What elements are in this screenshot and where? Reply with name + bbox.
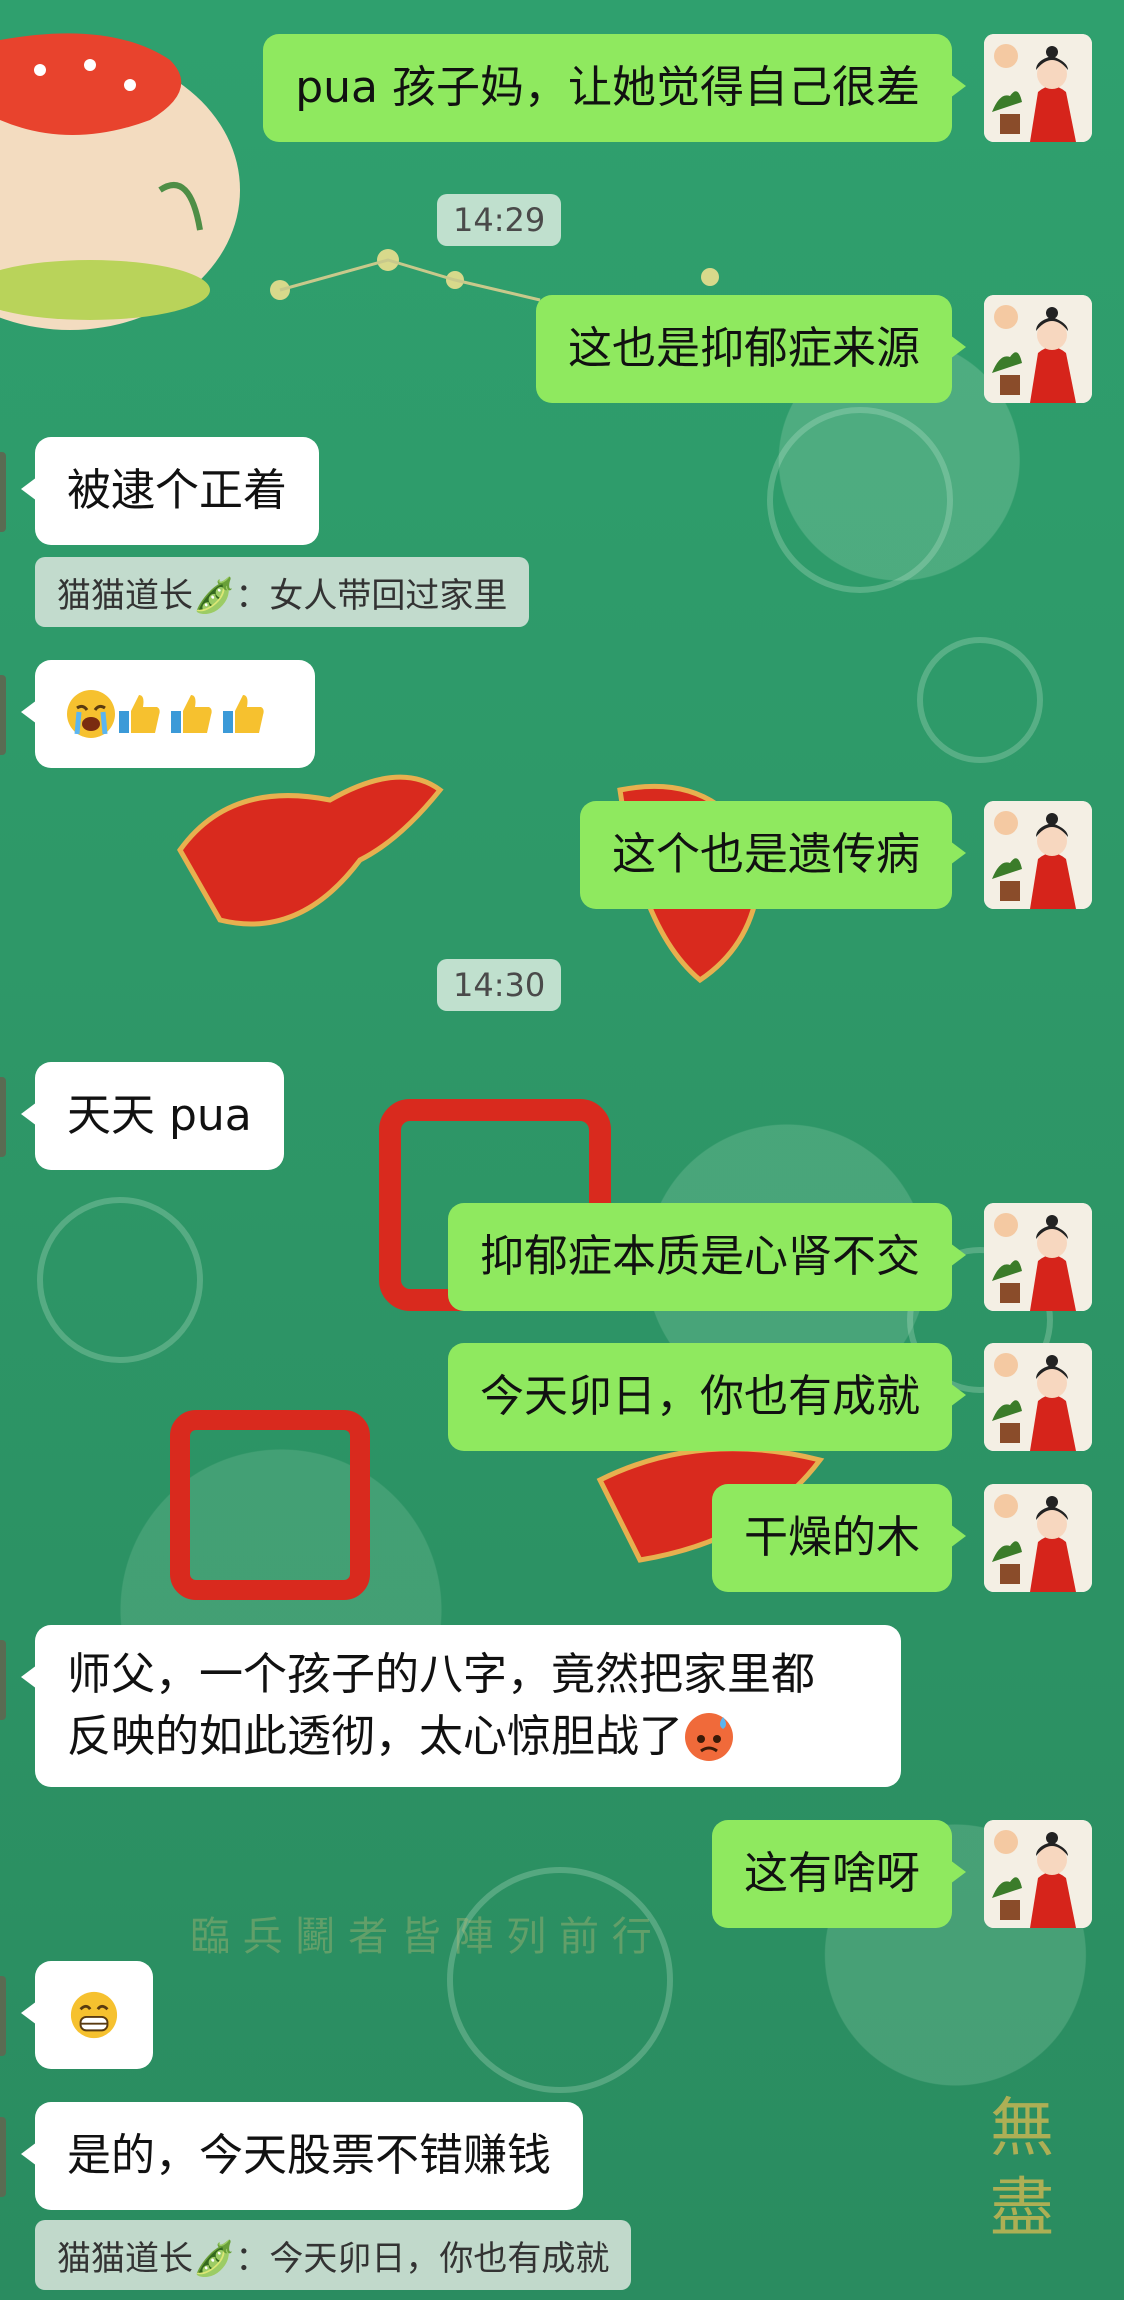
message-text: 抑郁症本质是心肾不交 bbox=[480, 1231, 920, 1282]
avatar-icon bbox=[984, 1820, 1092, 1928]
my-avatar[interactable] bbox=[984, 295, 1092, 403]
timestamp: 14:29 bbox=[437, 194, 562, 246]
message-text: 这也是抑郁症来源 bbox=[568, 323, 920, 374]
cartoon-pig-illustration bbox=[0, 33, 240, 330]
thumbs-up-emoji-icon bbox=[223, 695, 264, 733]
contact-avatar-edge[interactable] bbox=[0, 1640, 6, 1720]
outgoing-message[interactable]: 干燥的木 bbox=[712, 1484, 966, 1592]
my-avatar[interactable] bbox=[984, 1343, 1092, 1451]
avatar-icon bbox=[984, 1484, 1092, 1592]
outgoing-message[interactable]: pua 孩子妈，让她觉得自己很差 bbox=[263, 34, 966, 142]
my-avatar[interactable] bbox=[984, 1203, 1092, 1311]
svg-text:盡: 盡 bbox=[990, 2172, 1054, 2246]
contact-avatar-edge[interactable] bbox=[0, 675, 6, 755]
avatar-icon bbox=[984, 1343, 1092, 1451]
outgoing-message[interactable]: 这也是抑郁症来源 bbox=[536, 295, 966, 403]
outgoing-message[interactable]: 这有啥呀 bbox=[712, 1820, 966, 1928]
message-text: 今天卯日，你也有成就 bbox=[480, 1371, 920, 1422]
incoming-message[interactable]: 是的，今天股票不错赚钱 bbox=[21, 2102, 583, 2210]
incoming-message[interactable]: 师父，一个孩子的八字，竟然把家里都 反映的如此透彻，太心惊胆战了 bbox=[21, 1625, 901, 1787]
calligraphy-corner-decoration: 無 bbox=[990, 2092, 1054, 2166]
avatar-icon bbox=[984, 34, 1092, 142]
message-text: 是的，今天股票不错赚钱 bbox=[67, 2130, 551, 2181]
message-text: 被逮个正着 bbox=[67, 465, 287, 516]
anxious-sweat-emoji-icon bbox=[685, 1713, 733, 1761]
message-text: 干燥的木 bbox=[744, 1512, 920, 1563]
incoming-message[interactable] bbox=[21, 1961, 153, 2069]
outgoing-message[interactable]: 今天卯日，你也有成就 bbox=[448, 1343, 966, 1451]
quote-text: 猫猫道长🫛：女人带回过家里 bbox=[57, 575, 508, 616]
crying-emoji-icon bbox=[67, 690, 115, 738]
avatar-icon bbox=[984, 1203, 1092, 1311]
message-text: 天天 pua bbox=[67, 1090, 252, 1141]
contact-avatar-edge[interactable] bbox=[0, 1077, 6, 1157]
message-text: 这有啥呀 bbox=[744, 1848, 920, 1899]
message-text-line: 师父，一个孩子的八字，竟然把家里都 bbox=[67, 1649, 815, 1700]
outgoing-message[interactable]: 抑郁症本质是心肾不交 bbox=[448, 1203, 966, 1311]
constellation-decoration bbox=[270, 249, 719, 302]
thumbs-up-emoji-icon bbox=[119, 695, 160, 733]
thumbs-up-emoji-icon bbox=[171, 695, 212, 733]
my-avatar[interactable] bbox=[984, 1820, 1092, 1928]
contact-avatar-edge[interactable] bbox=[0, 452, 6, 532]
incoming-message[interactable]: 天天 pua bbox=[21, 1062, 284, 1170]
my-avatar[interactable] bbox=[984, 34, 1092, 142]
quoted-reply[interactable]: 猫猫道长🫛：女人带回过家里 bbox=[35, 557, 530, 627]
contact-avatar-edge[interactable] bbox=[0, 2117, 6, 2197]
quote-text: 猫猫道长🫛：今天卯日，你也有成就 bbox=[57, 2238, 610, 2279]
avatar-icon bbox=[984, 295, 1092, 403]
outgoing-message[interactable]: 这个也是遗传病 bbox=[580, 801, 966, 909]
incoming-message[interactable]: 被逮个正着 bbox=[21, 437, 319, 545]
my-avatar[interactable] bbox=[984, 1484, 1092, 1592]
message-text-line: 反映的如此透彻，太心惊胆战了 bbox=[67, 1711, 683, 1762]
my-avatar[interactable] bbox=[984, 801, 1092, 909]
avatar-icon bbox=[984, 801, 1092, 909]
message-text: pua 孩子妈，让她觉得自己很差 bbox=[295, 62, 920, 113]
timestamp: 14:30 bbox=[437, 959, 562, 1011]
message-text: 这个也是遗传病 bbox=[612, 829, 920, 880]
faint-text-decoration: 臨 兵 鬬 者 皆 陣 列 前 行 bbox=[190, 1914, 652, 1960]
grinning-emoji-icon bbox=[70, 1991, 118, 2039]
incoming-message[interactable] bbox=[21, 660, 315, 768]
quoted-reply[interactable]: 猫猫道长🫛：今天卯日，你也有成就 bbox=[35, 2220, 632, 2290]
contact-avatar-edge[interactable] bbox=[0, 1976, 6, 2056]
